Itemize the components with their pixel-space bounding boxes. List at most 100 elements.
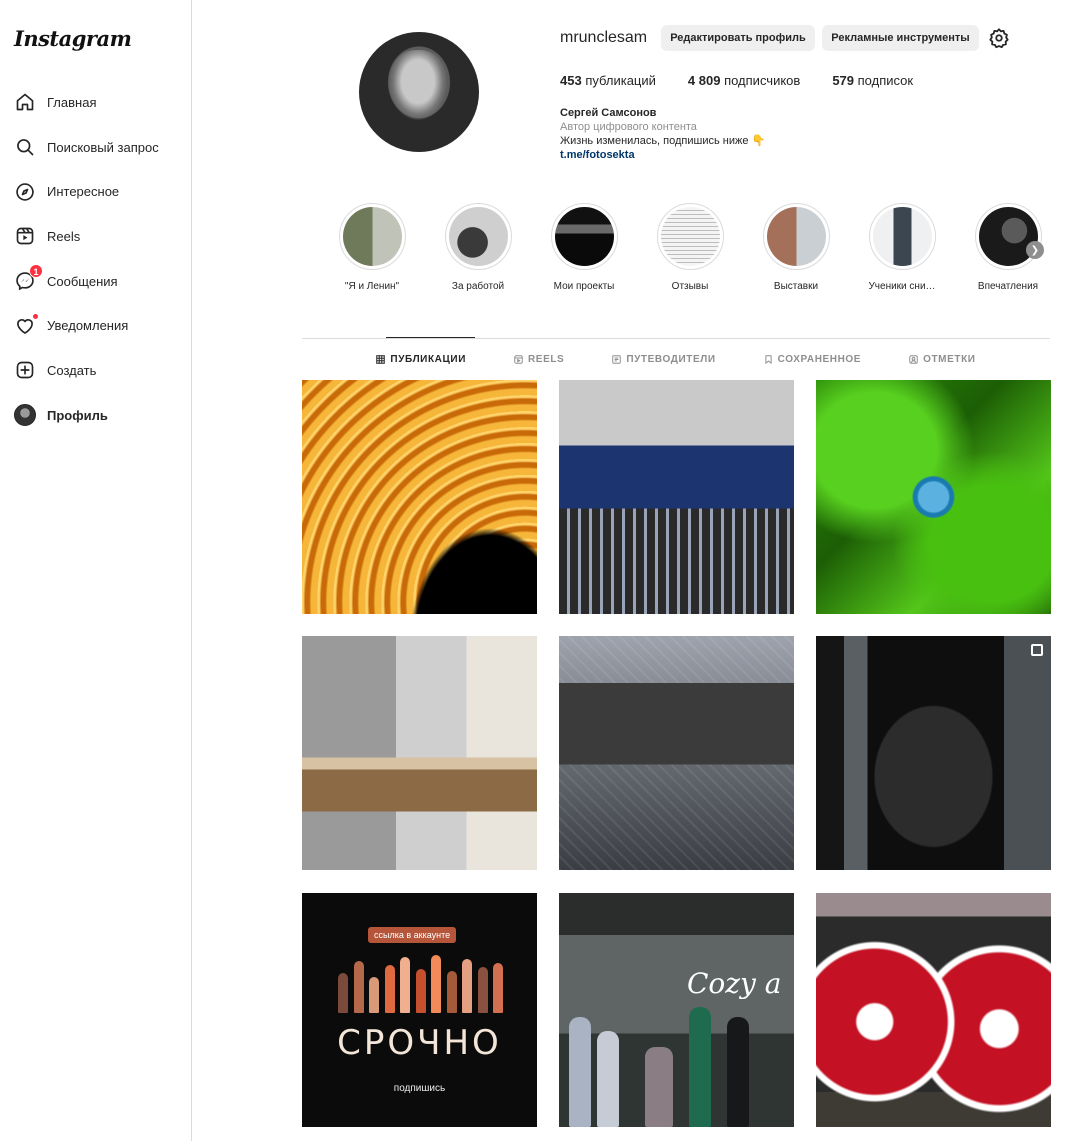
guide-icon bbox=[612, 354, 622, 364]
avatar bbox=[14, 404, 36, 427]
highlight-cover bbox=[342, 207, 402, 266]
reels-icon bbox=[514, 354, 523, 364]
highlight-cover bbox=[872, 207, 932, 266]
grid-icon bbox=[376, 354, 386, 364]
profile-avatar-icon bbox=[14, 404, 36, 427]
post-thumbnail[interactable] bbox=[302, 636, 537, 870]
post-thumbnail[interactable] bbox=[816, 380, 1051, 614]
bio-link[interactable]: t.me/fotosekta bbox=[560, 148, 765, 162]
highlight-label: Впечатления bbox=[977, 281, 1039, 292]
plus-square-icon bbox=[14, 359, 36, 381]
hands-illustration bbox=[338, 951, 503, 1013]
highlight-cover bbox=[766, 207, 826, 266]
post-thumbnail[interactable]: Cozy a bbox=[559, 893, 794, 1127]
profile-bio: Сергей Самсонов Автор цифрового контента… bbox=[560, 106, 765, 162]
compass-icon bbox=[14, 181, 36, 203]
highlight-cover bbox=[448, 207, 508, 266]
post-thumbnail[interactable] bbox=[816, 893, 1051, 1127]
nav-search-label: Поисковый запрос bbox=[47, 139, 159, 155]
edit-profile-button[interactable]: Редактировать профиль bbox=[661, 25, 815, 51]
nav-create-label: Создать bbox=[47, 362, 97, 378]
ad-tools-button[interactable]: Рекламные инструменты bbox=[822, 25, 979, 51]
highlight-ring bbox=[762, 203, 830, 270]
mannequin bbox=[689, 1007, 711, 1127]
notification-dot bbox=[32, 312, 39, 320]
post-subtext: подпишись bbox=[393, 1083, 446, 1094]
tab-saved[interactable]: СОХРАНЕННОЕ bbox=[764, 350, 861, 368]
post-thumbnail[interactable] bbox=[816, 636, 1051, 870]
nav-create[interactable]: Создать bbox=[0, 348, 191, 393]
nav-profile[interactable]: Профиль bbox=[0, 393, 191, 438]
highlight-cover bbox=[660, 207, 720, 266]
profile-username: mrunclesam bbox=[560, 29, 648, 46]
highlight-label: Отзывы bbox=[671, 281, 709, 292]
sidebar: Instagram Главная Поисковый запрос Интер… bbox=[0, 0, 192, 1141]
posts-count: 453 публикаций bbox=[560, 73, 656, 88]
search-icon bbox=[14, 136, 36, 158]
tab-tagged[interactable]: ОТМЕТКИ bbox=[909, 350, 976, 368]
tab-saved-label: СОХРАНЕННОЕ bbox=[777, 353, 862, 365]
profile-avatar[interactable] bbox=[359, 32, 479, 152]
passerby bbox=[645, 1047, 673, 1127]
highlight-label: Мои проекты bbox=[553, 281, 615, 292]
instagram-logo[interactable]: Instagram bbox=[14, 26, 132, 51]
home-icon bbox=[14, 91, 36, 113]
highlight-item[interactable]: "Я и Ленин" bbox=[327, 203, 417, 292]
highlight-ring bbox=[656, 203, 724, 270]
post-thumbnail[interactable] bbox=[559, 636, 794, 870]
tab-reels[interactable]: REELS bbox=[514, 350, 564, 368]
mannequin bbox=[727, 1017, 749, 1127]
main-nav: Главная Поисковый запрос Интересное Reel… bbox=[0, 80, 191, 438]
chevron-right-icon[interactable]: ❯ bbox=[1026, 241, 1044, 259]
following-count[interactable]: 579 подписок bbox=[832, 73, 913, 88]
tab-posts[interactable]: ПУБЛИКАЦИИ bbox=[376, 350, 466, 368]
highlight-ring bbox=[338, 203, 406, 270]
bio-full-name: Сергей Самсонов bbox=[560, 107, 657, 119]
post-thumbnail[interactable] bbox=[559, 380, 794, 614]
nav-explore-label: Интересное bbox=[47, 184, 120, 200]
nav-explore[interactable]: Интересное bbox=[0, 169, 191, 214]
nav-home-label: Главная bbox=[47, 94, 97, 110]
messages-badge: 1 bbox=[29, 264, 43, 279]
highlight-ring bbox=[974, 203, 1042, 270]
profile-tabs: ПУБЛИКАЦИИ REELS ПУТЕВОДИТЕЛИ СОХРАНЕННО… bbox=[302, 350, 1050, 368]
tab-tagged-label: ОТМЕТКИ bbox=[923, 353, 976, 365]
post-headline: СРОЧНО bbox=[337, 1023, 502, 1063]
mannequin bbox=[569, 1017, 591, 1127]
highlight-item[interactable]: Отзывы bbox=[645, 203, 735, 292]
highlight-item[interactable]: Ученики сни… bbox=[857, 203, 947, 292]
bio-category: Автор цифрового контента bbox=[560, 121, 697, 133]
nav-search[interactable]: Поисковый запрос bbox=[0, 125, 191, 170]
nav-notifications-label: Уведомления bbox=[47, 318, 129, 334]
tab-guides-label: ПУТЕВОДИТЕЛИ bbox=[626, 353, 716, 365]
highlight-item[interactable]: За работой bbox=[433, 203, 523, 292]
nav-profile-label: Профиль bbox=[47, 407, 108, 423]
story-highlights: "Я и Ленин" За работой Мои проекты Отзыв… bbox=[330, 203, 1050, 303]
tab-posts-label: ПУБЛИКАЦИИ bbox=[390, 353, 466, 365]
highlight-item[interactable]: Мои проекты bbox=[539, 203, 629, 292]
shop-sign: Cozy a bbox=[687, 967, 782, 1000]
highlight-ring bbox=[868, 203, 936, 270]
mannequin bbox=[597, 1031, 619, 1127]
nav-reels[interactable]: Reels bbox=[0, 214, 191, 259]
tabs-divider bbox=[302, 338, 1050, 339]
nav-notifications[interactable]: Уведомления bbox=[0, 303, 191, 348]
tab-reels-label: REELS bbox=[527, 353, 565, 365]
nav-messages[interactable]: 1 Сообщения bbox=[0, 259, 191, 304]
highlight-item[interactable]: Выставки bbox=[751, 203, 841, 292]
highlight-ring bbox=[550, 203, 618, 270]
post-thumbnail[interactable] bbox=[302, 380, 537, 614]
nav-home[interactable]: Главная bbox=[0, 80, 191, 125]
active-tab-indicator bbox=[386, 337, 475, 338]
followers-count[interactable]: 4 809 подписчиков bbox=[688, 73, 800, 88]
heart-icon bbox=[14, 312, 39, 337]
post-thumbnail[interactable]: ссылка в аккаунте СРОЧНО подпишись bbox=[302, 893, 537, 1127]
highlight-label: Выставки bbox=[773, 281, 819, 292]
settings-gear-icon[interactable] bbox=[988, 27, 1010, 49]
highlight-label: "Я и Ленин" bbox=[344, 281, 400, 292]
reels-icon bbox=[14, 225, 36, 247]
tab-guides[interactable]: ПУТЕВОДИТЕЛИ bbox=[612, 350, 715, 368]
bookmark-icon bbox=[765, 354, 772, 364]
nav-messages-label: Сообщения bbox=[47, 273, 118, 289]
nav-reels-label: Reels bbox=[47, 228, 81, 244]
